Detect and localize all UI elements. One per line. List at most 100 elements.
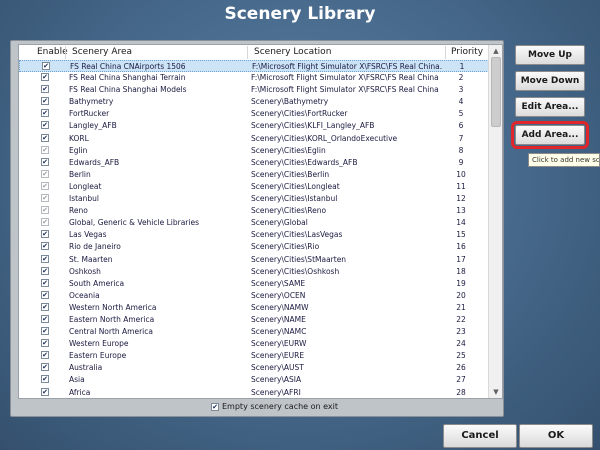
priority-cell: 9 [458, 157, 464, 167]
enable-checkbox[interactable]: ✔ [41, 302, 49, 311]
move-down-button[interactable]: Move Down [515, 71, 585, 91]
priority-cell: 11 [456, 181, 466, 191]
table-row[interactable]: ✔ Asia Scenery\ASIA 27 [19, 374, 489, 386]
scenery-area-cell: Eastern North America [69, 314, 155, 324]
scenery-area-cell: Las Vegas [69, 230, 107, 240]
table-row[interactable]: ✔ Western Europe Scenery\EURW 24 [19, 338, 489, 350]
column-header-enable[interactable]: Enable [37, 47, 68, 57]
vertical-scrollbar[interactable]: ▲ ▼ [488, 45, 502, 398]
table-row[interactable]: ✔ Bathymetry Scenery\Bathymetry 4 [19, 96, 489, 108]
priority-cell: 18 [456, 266, 466, 276]
scenery-location-cell: Scenery\Cities\Eglin [251, 145, 326, 155]
priority-cell: 2 [458, 73, 464, 83]
table-row[interactable]: ✔ Australia Scenery\AUST 26 [19, 362, 489, 374]
enable-checkbox[interactable]: ✔ [41, 181, 49, 190]
table-row[interactable]: ✔ Reno Scenery\Cities\Reno 13 [19, 205, 489, 217]
move-up-button[interactable]: Move Up [515, 45, 585, 65]
table-row[interactable]: ✔ Edwards_AFB Scenery\Cities\Edwards_AFB 9 [19, 157, 489, 169]
scenery-area-cell: Australia [69, 363, 103, 373]
cancel-button[interactable]: Cancel [443, 424, 517, 448]
table-row[interactable]: ✔ FortRucker Scenery\Cities\FortRucker 5 [19, 108, 489, 120]
enable-checkbox[interactable]: ✔ [41, 230, 49, 239]
enable-checkbox[interactable]: ✔ [41, 351, 49, 360]
enable-checkbox[interactable]: ✔ [41, 145, 49, 154]
scenery-area-cell: KORL [69, 133, 89, 143]
column-header-priority[interactable]: Priority [451, 47, 483, 57]
scenery-area-cell: Istanbul [69, 194, 100, 204]
scenery-location-cell: Scenery\Global [251, 218, 308, 228]
empty-cache-checkbox[interactable]: ✔ [211, 402, 219, 411]
table-row[interactable]: ✔ FS Real China Shanghai Models F:\Microso… [19, 84, 489, 96]
scenery-location-cell: Scenery\EURE [251, 351, 305, 361]
enable-checkbox[interactable]: ✔ [41, 290, 49, 299]
enable-checkbox[interactable]: ✔ [41, 266, 49, 275]
table-row[interactable]: ✔ Western North America Scenery\NAMW 21 [19, 302, 489, 314]
scroll-up-icon[interactable]: ▲ [492, 47, 500, 55]
table-row[interactable]: ✔ South America Scenery\SAME 19 [19, 278, 489, 290]
scrollbar-thumb[interactable] [491, 57, 501, 127]
scenery-location-cell: Scenery\Cities\KLFI_Langley_AFB [251, 121, 375, 131]
table-row[interactable]: ✔ FS Real China CNAirports 1506 F:\Microso… [19, 60, 489, 73]
table-row[interactable]: ✔ Oceania Scenery\OCEN 20 [19, 290, 489, 302]
enable-checkbox[interactable]: ✔ [42, 62, 50, 70]
column-header-location[interactable]: Scenery Location [254, 47, 331, 57]
enable-checkbox[interactable]: ✔ [41, 133, 49, 142]
enable-checkbox[interactable]: ✔ [41, 169, 49, 178]
table-row[interactable]: ✔ Berlin Scenery\Cities\Berlin 10 [19, 169, 489, 181]
table-row[interactable]: ✔ Global, Generic & Vehicle Libraries Scen… [19, 217, 489, 229]
priority-cell: 4 [458, 97, 464, 107]
ok-button[interactable]: OK [519, 424, 593, 448]
priority-cell: 23 [456, 327, 466, 337]
priority-cell: 27 [456, 375, 466, 385]
enable-checkbox[interactable]: ✔ [41, 254, 49, 263]
enable-checkbox[interactable]: ✔ [41, 314, 49, 323]
table-row[interactable]: ✔ FS Real China Shanghai Terrain F:\Micros… [19, 72, 489, 84]
table-row[interactable]: ✔ Central North America Scenery\NAMC 23 [19, 326, 489, 338]
enable-checkbox[interactable]: ✔ [41, 97, 49, 106]
table-row[interactable]: ✔ Langley_AFB Scenery\Cities\KLFI_Langley_… [19, 120, 489, 132]
scenery-area-cell: Global, Generic & Vehicle Libraries [69, 218, 199, 228]
enable-checkbox[interactable]: ✔ [41, 339, 49, 348]
enable-checkbox[interactable]: ✔ [41, 206, 49, 215]
table-row[interactable]: ✔ Eastern Europe Scenery\EURE 25 [19, 350, 489, 362]
priority-cell: 14 [456, 218, 466, 228]
scenery-area-cell: South America [69, 278, 125, 288]
table-row[interactable]: ✔ Las Vegas Scenery\Cities\LasVegas 15 [19, 229, 489, 241]
enable-checkbox[interactable]: ✔ [41, 194, 49, 203]
table-row[interactable]: ✔ Eastern North America Scenery\NAME 22 [19, 314, 489, 326]
scroll-down-icon[interactable]: ▼ [492, 388, 500, 396]
table-row[interactable]: ✔ Istanbul Scenery\Cities\Istanbul 12 [19, 193, 489, 205]
scenery-area-cell: Central North America [69, 327, 153, 337]
table-row[interactable]: ✔ KORL Scenery\Cities\KORL_OrlandoExecutiv… [19, 133, 489, 145]
scenery-location-cell: F:\Microsoft Flight Simulator X\FSRC\FS … [251, 85, 441, 95]
add-area-button[interactable]: Add Area... [511, 121, 589, 149]
enable-checkbox[interactable]: ✔ [41, 327, 49, 336]
enable-checkbox[interactable]: ✔ [41, 218, 49, 227]
priority-cell: 6 [458, 121, 464, 131]
enable-checkbox[interactable]: ✔ [41, 121, 49, 130]
table-row[interactable]: ✔ Africa Scenery\AFRI 28 [19, 387, 489, 398]
enable-checkbox[interactable]: ✔ [41, 109, 49, 118]
enable-checkbox[interactable]: ✔ [41, 85, 49, 94]
table-row[interactable]: ✔ Rio de Janeiro Scenery\Cities\Rio 16 [19, 241, 489, 253]
enable-checkbox[interactable]: ✔ [41, 157, 49, 166]
column-header-area[interactable]: Scenery Area [72, 47, 132, 57]
enable-checkbox[interactable]: ✔ [41, 73, 49, 82]
empty-cache-option[interactable]: ✔ Empty scenery cache on exit [211, 402, 338, 411]
enable-checkbox[interactable]: ✔ [41, 363, 49, 372]
priority-cell: 28 [456, 387, 466, 397]
priority-cell: 21 [456, 302, 466, 312]
enable-checkbox[interactable]: ✔ [41, 278, 49, 287]
edit-area-button[interactable]: Edit Area... [515, 97, 585, 117]
table-row[interactable]: ✔ Eglin Scenery\Cities\Eglin 8 [19, 145, 489, 157]
enable-checkbox[interactable]: ✔ [41, 375, 49, 384]
table-row[interactable]: ✔ Longleat Scenery\Cities\Longleat 11 [19, 181, 489, 193]
scenery-area-cell: Rio de Janeiro [69, 242, 121, 252]
table-row[interactable]: ✔ Oshkosh Scenery\Cities\Oshkosh 18 [19, 266, 489, 278]
table-row[interactable]: ✔ St. Maarten Scenery\Cities\StMaarten 17 [19, 254, 489, 266]
scenery-area-cell: Oceania [69, 290, 100, 300]
scenery-list[interactable]: Enable Scenery Area Scenery Location Pri… [18, 44, 503, 399]
enable-checkbox[interactable]: ✔ [41, 387, 49, 396]
empty-cache-label: Empty scenery cache on exit [222, 402, 339, 411]
enable-checkbox[interactable]: ✔ [41, 242, 49, 251]
